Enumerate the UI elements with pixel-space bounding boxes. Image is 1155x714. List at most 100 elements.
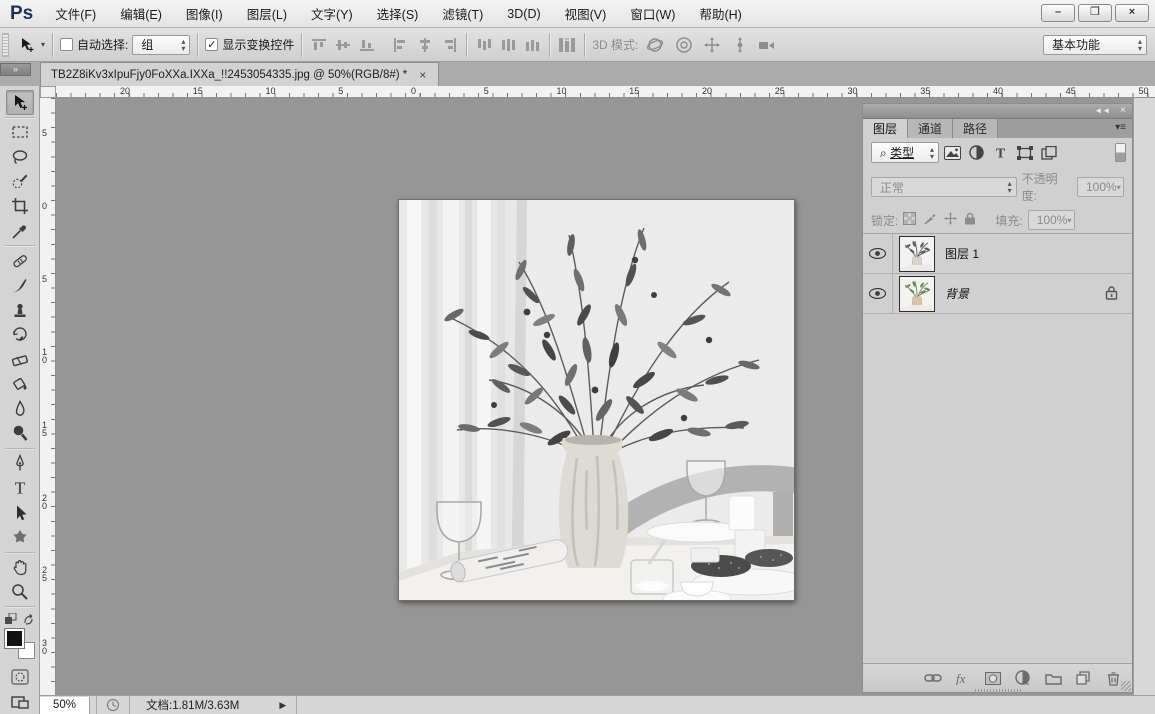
new-adjustment-layer-icon[interactable]	[1014, 669, 1032, 687]
status-options-arrow[interactable]: ▶	[279, 700, 286, 711]
menu-item-9[interactable]: 视图(V)	[553, 0, 619, 28]
document-tab[interactable]: TB2Z8iKv3xIpuFjy0FoXXa.IXXa_!!2453054335…	[40, 62, 439, 86]
visibility-toggle[interactable]	[863, 274, 893, 313]
lock-transparency-icon[interactable]	[903, 212, 916, 228]
filter-adjustment-layers-icon[interactable]	[966, 142, 987, 163]
opacity-dropdown[interactable]: 100%▾	[1077, 177, 1124, 197]
screen-mode-button[interactable]	[6, 689, 34, 714]
filter-type-dropdown[interactable]: ⌕ 类型▴▾	[871, 142, 939, 163]
panel-resize-grip[interactable]	[1121, 681, 1131, 691]
tab-close-icon[interactable]: ×	[417, 68, 428, 82]
tool-custom-shape[interactable]	[6, 525, 34, 550]
layer-style-icon[interactable]: fx	[954, 669, 972, 687]
filter-shape-layers-icon[interactable]	[1014, 142, 1035, 163]
tool-path-selection[interactable]	[6, 500, 34, 525]
tool-hand[interactable]	[6, 555, 34, 580]
tool-crop[interactable]	[6, 194, 34, 219]
swap-colors-icon[interactable]	[5, 613, 35, 626]
layer-thumbnail[interactable]	[899, 236, 935, 272]
auto-select-checkbox[interactable]	[60, 38, 73, 51]
tool-dodge[interactable]	[6, 421, 34, 446]
visibility-toggle[interactable]	[863, 234, 893, 273]
layer-row-background[interactable]: 背景	[863, 274, 1132, 314]
menu-item-10[interactable]: 窗口(W)	[618, 0, 687, 28]
panel-drag-handle[interactable]	[975, 689, 1021, 693]
panel-close-icon[interactable]: ×	[1120, 106, 1126, 116]
align-vertical-centers-icon[interactable]	[333, 35, 353, 55]
fill-dropdown[interactable]: 100%▾	[1028, 210, 1075, 230]
distribute-bottom-edges-icon[interactable]	[522, 35, 542, 55]
menu-item-2[interactable]: 编辑(E)	[108, 0, 174, 28]
canvas-area[interactable]	[56, 98, 862, 695]
align-top-edges-icon[interactable]	[309, 35, 329, 55]
layer-thumbnail[interactable]	[899, 276, 935, 312]
tab-paths[interactable]: 路径	[953, 119, 998, 138]
tab-layers[interactable]: 图层	[863, 119, 908, 138]
layer-row-1[interactable]: 图层 1	[863, 234, 1132, 274]
tab-channels[interactable]: 通道	[908, 119, 953, 138]
tool-eraser[interactable]	[6, 347, 34, 372]
distribute-widths-icon[interactable]	[557, 35, 577, 55]
new-layer-icon[interactable]	[1074, 669, 1092, 687]
tool-brush[interactable]	[6, 273, 34, 298]
lock-all-icon[interactable]	[964, 212, 976, 228]
maximize-button[interactable]: ❒	[1078, 4, 1112, 22]
menu-item-7[interactable]: 滤镜(T)	[430, 0, 495, 28]
options-grip[interactable]	[2, 33, 9, 57]
tool-move[interactable]	[6, 90, 34, 115]
tool-history-brush[interactable]	[6, 322, 34, 347]
align-left-edges-icon[interactable]	[391, 35, 411, 55]
tool-paint-bucket[interactable]	[6, 372, 34, 397]
tool-spot-healing-brush[interactable]	[6, 248, 34, 273]
layer-name[interactable]: 图层 1	[945, 245, 979, 262]
menu-item-3[interactable]: 图像(I)	[174, 0, 235, 28]
menu-item-8[interactable]: 3D(D)	[495, 2, 552, 26]
new-group-icon[interactable]	[1044, 669, 1062, 687]
minimize-button[interactable]: –	[1041, 4, 1075, 22]
auto-select-target-dropdown[interactable]: 组▴▾	[132, 35, 190, 55]
lock-pixels-icon[interactable]	[923, 212, 937, 228]
quick-mask-button[interactable]	[6, 665, 34, 690]
tool-preset-arrow-icon[interactable]: ▾	[41, 40, 45, 49]
collapse-panels-icon[interactable]: ◄◄	[1094, 106, 1110, 116]
tool-type[interactable]: T	[6, 476, 34, 501]
filter-type-layers-icon[interactable]: T	[990, 142, 1011, 163]
align-horizontal-centers-icon[interactable]	[415, 35, 435, 55]
tool-clone-stamp[interactable]	[6, 298, 34, 323]
distribute-top-edges-icon[interactable]	[474, 35, 494, 55]
tool-zoom[interactable]	[6, 579, 34, 604]
filter-toggle-switch[interactable]	[1115, 143, 1126, 162]
horizontal-ruler[interactable]: 201510505101520253035404550	[56, 86, 1155, 98]
menu-item-4[interactable]: 图层(L)	[235, 0, 299, 28]
align-right-edges-icon[interactable]	[439, 35, 459, 55]
3d-rotate-icon[interactable]	[646, 35, 666, 55]
lock-position-icon[interactable]	[944, 212, 957, 228]
toolbar-collapse-chip[interactable]: »	[0, 63, 31, 76]
3d-slide-icon[interactable]	[730, 35, 750, 55]
distribute-vertical-centers-icon[interactable]	[498, 35, 518, 55]
tool-quick-selection[interactable]	[6, 169, 34, 194]
layer-name[interactable]: 背景	[945, 285, 969, 302]
blend-mode-dropdown[interactable]: 正常▴▾	[871, 177, 1017, 197]
menu-item-11[interactable]: 帮助(H)	[687, 0, 753, 28]
add-mask-icon[interactable]	[984, 669, 1002, 687]
menu-item-1[interactable]: 文件(F)	[43, 0, 108, 28]
filter-smart-objects-icon[interactable]	[1038, 142, 1059, 163]
link-layers-icon[interactable]	[924, 669, 942, 687]
menu-item-5[interactable]: 文字(Y)	[299, 0, 365, 28]
3d-roll-icon[interactable]	[674, 35, 694, 55]
zoom-level-field[interactable]: 50%	[40, 697, 90, 714]
menu-item-6[interactable]: 选择(S)	[365, 0, 431, 28]
filter-pixel-layers-icon[interactable]	[942, 142, 963, 163]
tool-lasso[interactable]	[6, 144, 34, 169]
3d-drag-icon[interactable]	[702, 35, 722, 55]
3d-scale-icon[interactable]	[758, 35, 778, 55]
tool-eyedropper[interactable]	[6, 219, 34, 244]
delete-layer-icon[interactable]	[1104, 669, 1122, 687]
color-swatches[interactable]	[5, 629, 35, 659]
align-bottom-edges-icon[interactable]	[357, 35, 377, 55]
close-button[interactable]: ×	[1115, 4, 1149, 22]
show-transform-checkbox[interactable]: ✓	[205, 38, 218, 51]
tool-rectangular-marquee[interactable]	[6, 120, 34, 145]
tool-blur[interactable]	[6, 396, 34, 421]
